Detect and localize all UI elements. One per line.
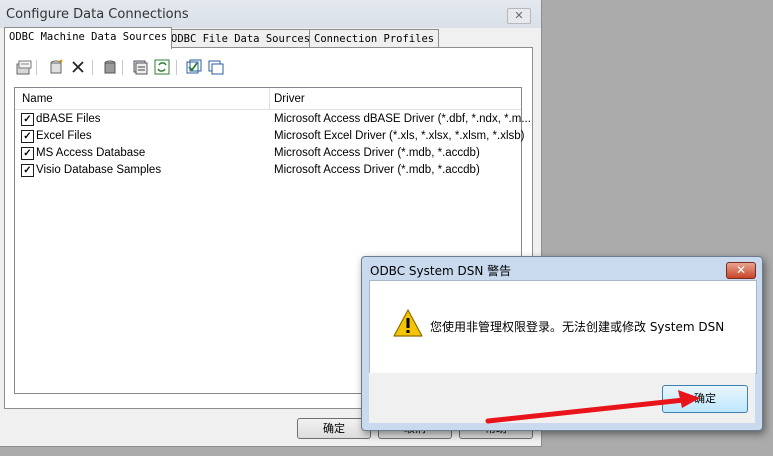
- dialog-footer: 确定: [369, 373, 755, 423]
- refresh-icon[interactable]: [154, 59, 170, 75]
- test-connection-icon[interactable]: [132, 59, 148, 75]
- dialog-body: 您使用非管理权限登录。无法创建或修改 System DSN: [369, 280, 757, 374]
- data-source-driver: Microsoft Access Driver (*.mdb, *.accdb): [274, 147, 480, 159]
- ok-button[interactable]: 确定: [662, 385, 748, 413]
- window-icon[interactable]: [208, 59, 224, 75]
- checkbox[interactable]: ✓: [21, 147, 34, 160]
- data-source-driver: Microsoft Access dBASE Driver (*.dbf, *.…: [274, 113, 531, 125]
- data-source-name: MS Access Database: [36, 147, 146, 159]
- list-item[interactable]: ✓ Excel Files Microsoft Excel Driver (*.…: [15, 128, 525, 145]
- new-icon[interactable]: [48, 59, 64, 75]
- window-title: Configure Data Connections: [6, 7, 189, 22]
- toolbar-separator: [176, 60, 177, 75]
- close-button[interactable]: ✕: [507, 8, 531, 24]
- checkbox[interactable]: ✓: [21, 130, 34, 143]
- list-header: Name Driver: [15, 88, 521, 110]
- tab-odbc-machine-data-sources[interactable]: ODBC Machine Data Sources: [4, 27, 173, 49]
- list-item[interactable]: ✓ Visio Database Samples Microsoft Acces…: [15, 162, 521, 179]
- title-bar: Configure Data Connections ✕: [0, 0, 541, 28]
- data-source-name: Excel Files: [36, 130, 92, 142]
- toolbar-separator: [122, 60, 123, 75]
- dialog-close-button[interactable]: ✕: [726, 262, 756, 279]
- select-all-icon[interactable]: [186, 59, 202, 75]
- column-divider[interactable]: [269, 88, 270, 109]
- odbc-warning-dialog: ODBC System DSN 警告 ✕ 您使用非管理权限登录。无法创建或修改 …: [361, 256, 763, 431]
- dialog-message: 您使用非管理权限登录。无法创建或修改 System DSN: [430, 320, 725, 334]
- toolbar: [14, 58, 254, 78]
- list-item[interactable]: ✓ dBASE Files Microsoft Access dBASE Dri…: [15, 111, 531, 128]
- delete-icon[interactable]: [70, 59, 86, 75]
- checkbox[interactable]: ✓: [21, 113, 34, 126]
- toolbar-separator: [92, 60, 93, 75]
- tab-odbc-file-data-sources[interactable]: ODBC File Data Sources: [166, 29, 316, 48]
- data-source-driver: Microsoft Excel Driver (*.xls, *.xlsx, *…: [274, 130, 525, 142]
- column-header-driver[interactable]: Driver: [274, 93, 305, 105]
- checkbox[interactable]: ✓: [21, 164, 34, 177]
- properties-icon[interactable]: [16, 59, 32, 75]
- data-source-driver: Microsoft Access Driver (*.mdb, *.accdb): [274, 164, 480, 176]
- column-header-name[interactable]: Name: [22, 93, 53, 105]
- data-source-name: Visio Database Samples: [36, 164, 162, 176]
- tab-connection-profiles[interactable]: Connection Profiles: [309, 29, 440, 48]
- database-icon[interactable]: [102, 59, 118, 75]
- toolbar-separator: [36, 60, 37, 75]
- dialog-title: ODBC System DSN 警告: [370, 264, 512, 278]
- ok-button-main[interactable]: 确定: [297, 418, 371, 439]
- list-item[interactable]: ✓ MS Access Database Microsoft Access Dr…: [15, 145, 521, 162]
- data-source-name: dBASE Files: [36, 113, 101, 125]
- warning-icon: [392, 308, 424, 338]
